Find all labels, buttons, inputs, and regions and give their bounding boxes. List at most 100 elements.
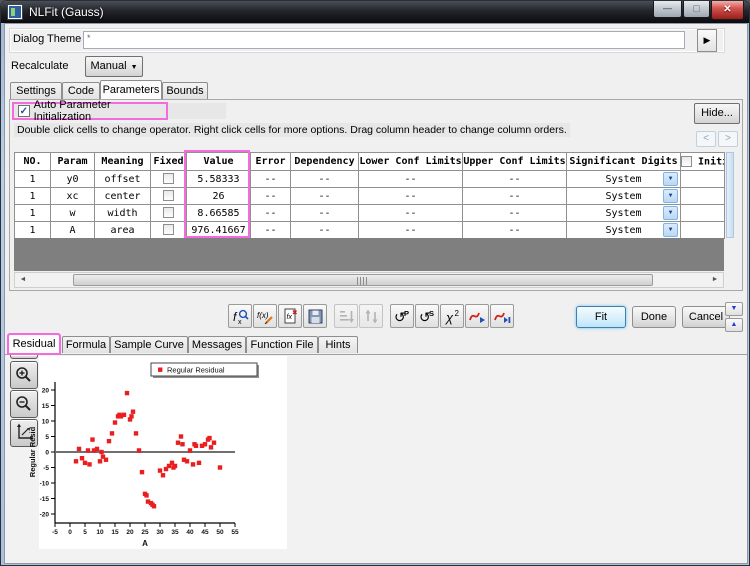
digits-value: System <box>605 208 641 219</box>
close-button[interactable]: ✕ <box>711 1 744 20</box>
scroll-right-icon[interactable]: ► <box>707 273 723 287</box>
fit-one-iteration-button[interactable] <box>465 304 489 328</box>
data-point <box>197 461 201 465</box>
digits-dropdown-button[interactable]: ▼ <box>663 206 678 220</box>
digits-dropdown-button[interactable]: ▼ <box>663 189 678 203</box>
cell-fixed[interactable] <box>151 205 187 222</box>
cell-fixed[interactable] <box>151 188 187 205</box>
theme-flyout-button[interactable]: ▶ <box>697 29 717 52</box>
nlfit-dialog: NLFit (Gauss) — ▢ ✕ Dialog Theme * ▶ Rec… <box>0 0 750 566</box>
cell-value[interactable]: 976.41667 <box>187 222 251 239</box>
y-tick-label: -5 <box>43 465 49 472</box>
tab-messages[interactable]: Messages <box>188 336 246 353</box>
dialog-theme-input[interactable]: * <box>83 31 685 49</box>
window-title: NLFit (Gauss) <box>29 5 104 19</box>
header-lower-conf[interactable]: Lower Conf Limits <box>359 153 463 171</box>
cell-value[interactable]: 8.66585 <box>187 205 251 222</box>
cell-value[interactable]: 5.58333 <box>187 171 251 188</box>
header-dependency[interactable]: Dependency <box>291 153 359 171</box>
reset-settings-button[interactable]: ↺ S <box>415 304 439 328</box>
fixed-checkbox[interactable] <box>163 224 174 235</box>
fixed-checkbox[interactable] <box>163 190 174 201</box>
tab-hints[interactable]: Hints <box>318 336 358 353</box>
chi-square-button[interactable]: χ 2 <box>440 304 464 328</box>
cell-meaning: center <box>95 188 151 205</box>
fixed-checkbox[interactable] <box>163 173 174 184</box>
data-point <box>158 468 162 472</box>
digits-dropdown-button[interactable]: ▼ <box>663 172 678 186</box>
cell-significant-digits[interactable]: System ▼ <box>567 205 681 222</box>
header-value[interactable]: Value <box>187 153 251 171</box>
reset-parameters-button[interactable]: ↺ P <box>390 304 414 328</box>
cell-fixed[interactable] <box>151 222 187 239</box>
tab-label: Parameters <box>103 84 160 96</box>
cell-no: 1 <box>15 222 51 239</box>
tab-residual[interactable]: Residual <box>8 334 60 354</box>
collapse-down-button[interactable]: ▼ <box>725 302 743 316</box>
cell-initialize <box>681 188 725 205</box>
maximize-button[interactable]: ▢ <box>683 1 710 18</box>
hide-button[interactable]: Hide... <box>694 103 740 124</box>
cell-fixed[interactable] <box>151 171 187 188</box>
tab-label: Messages <box>192 339 242 351</box>
minimize-button[interactable]: — <box>653 1 682 18</box>
save-theme-button[interactable] <box>303 304 327 328</box>
data-point <box>188 448 192 452</box>
auto-init-label: Auto Parameter Initialization <box>34 99 166 123</box>
tab-sample-curve[interactable]: Sample Curve <box>110 336 188 353</box>
header-meaning[interactable]: Meaning <box>95 153 151 171</box>
sort-descending-button[interactable] <box>334 304 358 328</box>
cell-significant-digits[interactable]: System ▼ <box>567 188 681 205</box>
prev-column-button[interactable]: < <box>696 131 716 147</box>
edit-function-button[interactable]: f(x) <box>253 304 277 328</box>
fit-until-converged-button[interactable] <box>490 304 514 328</box>
header-no[interactable]: NO. <box>15 153 51 171</box>
cell-significant-digits[interactable]: System▼ <box>567 222 681 239</box>
digits-dropdown-button[interactable]: ▼ <box>663 223 678 237</box>
header-significant-digits[interactable]: Significant Digits <box>567 153 681 171</box>
header-upper-conf[interactable]: Upper Conf Limits <box>463 153 567 171</box>
function-file-button[interactable]: fx <box>278 304 302 328</box>
sort-toggle-icon <box>363 308 380 325</box>
reset-settings-icon: ↺ S <box>419 308 436 325</box>
data-point <box>122 413 126 417</box>
sort-toggle-button[interactable] <box>359 304 383 328</box>
done-button[interactable]: Done <box>632 306 676 328</box>
table-vertical-scrollbar[interactable] <box>726 152 734 238</box>
next-column-button[interactable]: > <box>718 131 738 147</box>
tab-formula[interactable]: Formula <box>62 336 110 353</box>
recalculate-dropdown[interactable]: Manual▼ <box>85 56 143 77</box>
auto-parameter-initialization[interactable]: ✓ Auto Parameter Initialization <box>12 102 168 120</box>
cancel-button[interactable]: Cancel <box>682 306 730 328</box>
fixed-checkbox[interactable] <box>163 207 174 218</box>
scroll-left-icon[interactable]: ◄ <box>15 273 31 287</box>
cell-significant-digits[interactable]: System▼ <box>567 171 681 188</box>
header-fixed[interactable]: Fixed <box>151 153 187 171</box>
data-point <box>218 465 222 469</box>
header-error[interactable]: Error <box>251 153 291 171</box>
digits-value: System <box>605 191 641 202</box>
tab-bounds[interactable]: Bounds <box>162 82 208 99</box>
scrollbar-thumb[interactable] <box>73 274 653 286</box>
header-initialize[interactable]: Initia <box>681 153 725 171</box>
down-triangle-icon: ▼ <box>731 305 738 312</box>
auto-init-checkbox[interactable]: ✓ <box>18 105 30 117</box>
collapse-up-button[interactable]: ▲ <box>725 318 743 332</box>
tab-settings[interactable]: Settings <box>10 82 62 99</box>
cell-upper-conf: -- <box>463 222 567 239</box>
cell-dependency: -- <box>291 205 359 222</box>
initialize-header-checkbox[interactable] <box>681 156 692 167</box>
tab-code[interactable]: Code <box>62 82 100 99</box>
x-tick-label: 30 <box>156 529 164 536</box>
cell-value[interactable]: 26 <box>187 188 251 205</box>
legend-label: Regular Residual <box>167 366 225 375</box>
tab-parameters[interactable]: Parameters <box>100 80 162 99</box>
fit-button[interactable]: Fit <box>576 306 626 328</box>
header-param[interactable]: Param <box>51 153 95 171</box>
svg-text:S: S <box>429 309 434 318</box>
titlebar[interactable]: NLFit (Gauss) — ▢ ✕ <box>1 1 750 23</box>
table-horizontal-scrollbar[interactable]: ◄ ► <box>14 272 724 288</box>
data-point <box>203 442 207 446</box>
tab-function-file[interactable]: Function File <box>246 336 318 353</box>
find-function-button[interactable]: f x <box>228 304 252 328</box>
